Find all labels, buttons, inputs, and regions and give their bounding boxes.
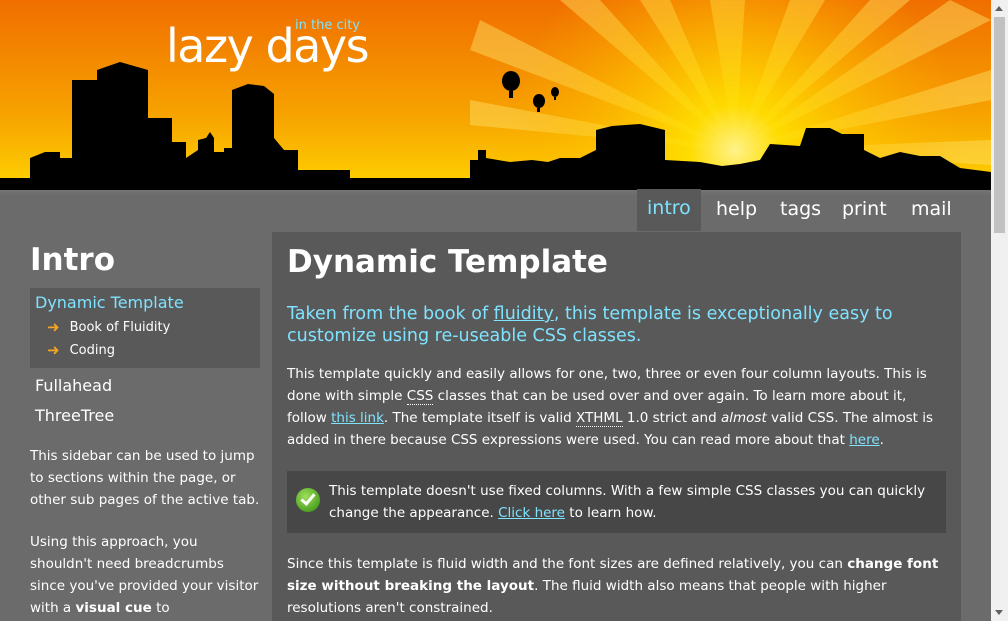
tab-print[interactable]: print (842, 198, 887, 220)
intro-paragraph: This template quickly and easily allows … (287, 363, 946, 451)
para-text: 1.0 strict and (622, 410, 721, 426)
sidebar-text-bold: visual cue (75, 600, 152, 616)
scroll-up-icon[interactable] (995, 6, 1003, 11)
sidebar-subitem-label: Coding (69, 343, 115, 358)
notice-box: This template doesn't use fixed columns.… (287, 471, 946, 533)
scrollbar-thumb[interactable] (994, 17, 1005, 233)
fluidity-link[interactable]: fluidity (494, 304, 554, 324)
here-link[interactable]: here (849, 432, 879, 448)
sidebar-title: Intro (30, 242, 116, 278)
sidebar-subitem-label: Book of Fluidity (69, 320, 171, 335)
tab-tags[interactable]: tags (780, 198, 821, 220)
header-banner: lazy days in the city (0, 0, 991, 196)
para-text: . (879, 432, 884, 448)
sidebar-description-2: Using this approach, you shouldn't need … (30, 531, 260, 619)
tab-intro[interactable]: intro (637, 189, 701, 231)
arrow-right-icon: ➜ (47, 318, 60, 336)
site-tagline: in the city (295, 18, 360, 33)
page-title: Dynamic Template (287, 244, 608, 280)
scroll-down-icon[interactable] (995, 610, 1003, 615)
sidebar-subitem[interactable]: ➜ Book of Fluidity (35, 316, 255, 339)
vertical-scrollbar[interactable] (991, 0, 1008, 621)
css-abbr: CSS (406, 388, 434, 405)
para-text: . The template itself is valid (383, 410, 577, 426)
lead-paragraph: Taken from the book of fluidity, this te… (287, 303, 946, 347)
arrow-right-icon: ➜ (47, 341, 60, 359)
lead-text: Taken from the book of (287, 304, 494, 324)
skyline-illustration (0, 0, 991, 196)
sidebar-active-section: Dynamic Template ➜ Book of Fluidity ➜ Co… (30, 288, 260, 368)
sidebar-item-fullahead[interactable]: Fullahead (30, 371, 260, 401)
sidebar-item-dynamic-template[interactable]: Dynamic Template (35, 293, 255, 312)
sidebar-subitem[interactable]: ➜ Coding (35, 339, 255, 362)
tab-help[interactable]: help (716, 198, 757, 220)
click-here-link[interactable]: Click here (498, 505, 565, 521)
fluid-paragraph: Since this template is fluid width and t… (287, 553, 946, 619)
notice-text: to learn how. (565, 505, 657, 521)
xthml-abbr: XTHML (576, 410, 623, 427)
checkmark-icon (296, 488, 320, 512)
para-text: Since this template is fluid width and t… (287, 556, 848, 572)
tab-mail[interactable]: mail (911, 198, 952, 220)
main-content: Dynamic Template Taken from the book of … (272, 232, 961, 621)
para-emphasis: almost (720, 410, 767, 426)
sidebar: Intro Dynamic Template ➜ Book of Fluidit… (30, 232, 260, 619)
sidebar-text: to (151, 600, 170, 616)
sidebar-item-threetree[interactable]: ThreeTree (30, 401, 260, 431)
main-nav: intro help tags print mail (0, 189, 991, 232)
this-link[interactable]: this link (331, 410, 384, 426)
sidebar-description: This sidebar can be used to jump to sect… (30, 448, 260, 508)
